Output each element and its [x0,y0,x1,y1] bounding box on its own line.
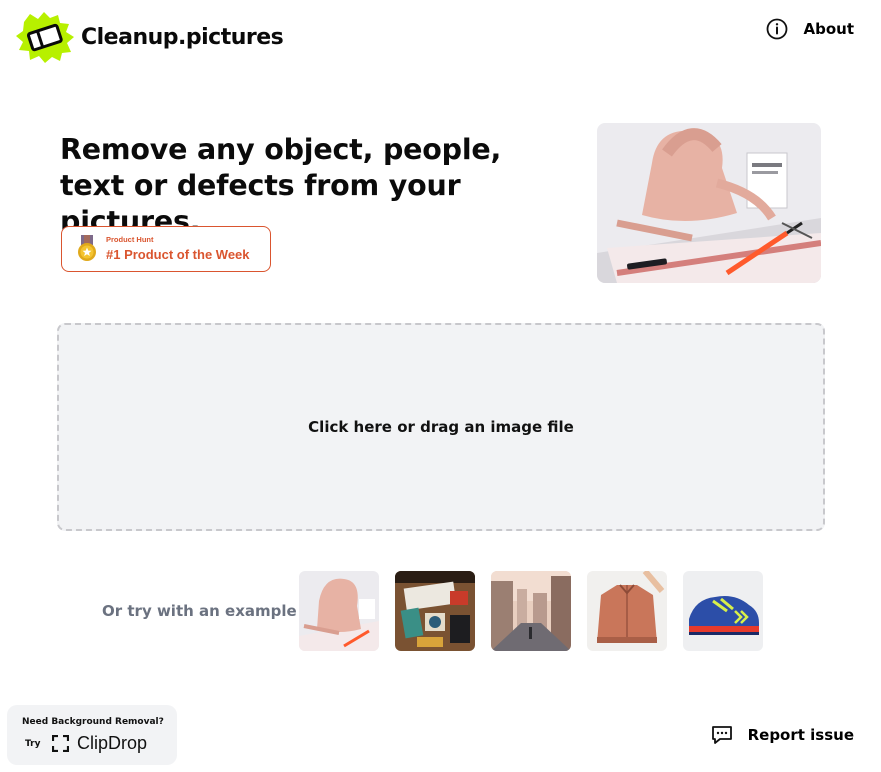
example-thumbnail[interactable] [587,571,667,651]
clipdrop-prompt: Need Background Removal? [22,717,164,727]
eraser-icon [16,12,74,63]
clipdrop-name: ClipDrop [77,733,148,753]
about-label: About [803,20,854,38]
badge-title: #1 Product of the Week [106,247,250,262]
hero-title: Remove any object, people, text or defec… [60,133,502,238]
app-name: Cleanup.pictures [81,24,284,50]
example-thumbnail[interactable] [299,571,379,651]
example-thumbnail[interactable] [395,571,475,651]
info-icon [767,18,788,40]
producthunt-badge[interactable]: Product Hunt #1 Product of the Week [61,226,271,272]
about-button[interactable]: About [765,17,854,41]
clipdrop-try-label: Try [25,739,41,749]
logo[interactable]: Cleanup.pictures [14,10,284,64]
dropzone-label: Click here or drag an image file [308,418,574,436]
medal-icon [78,235,96,261]
examples-label: Or try with an example [102,602,297,620]
example-thumbnail[interactable] [491,571,571,651]
top-bar: Cleanup.pictures About [0,0,881,76]
image-dropzone[interactable]: Click here or drag an image file [57,323,825,531]
clipdrop-icon [52,735,69,752]
example-thumbnail[interactable] [683,571,763,651]
report-issue-button[interactable]: Report issue [710,723,854,747]
report-issue-label: Report issue [747,726,854,744]
message-icon [711,726,732,744]
clipdrop-banner[interactable]: Need Background Removal? Try ClipDrop [7,705,177,765]
hero-image [597,123,821,283]
badge-source: Product Hunt [106,235,154,244]
